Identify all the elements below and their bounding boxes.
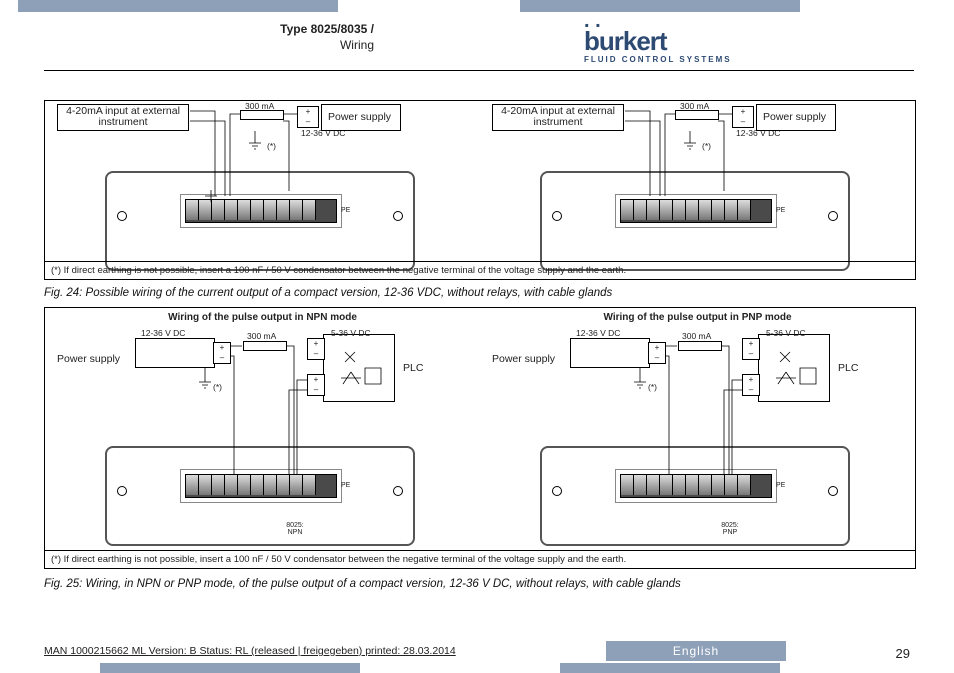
fuse-label: 300 mA <box>247 331 276 341</box>
pe-label: PE <box>341 482 350 489</box>
diagram-1-footnote: (*) If direct earthing is not possible, … <box>45 261 915 279</box>
fuse-icon <box>243 341 287 351</box>
psu-terminals: +– <box>648 342 666 364</box>
psu-label: Power supply <box>328 111 391 123</box>
pe-label: PE <box>341 207 350 214</box>
asterisk: (*) <box>213 382 222 392</box>
plc-box <box>323 334 395 402</box>
brand-wordmark: burkert <box>584 26 844 57</box>
pe-label: PE <box>776 207 785 214</box>
psu-label: Power supply <box>492 353 555 365</box>
device-icon: PE 8025: NPN <box>105 446 415 546</box>
language-badge: English <box>606 641 786 661</box>
brand-tagline: FLUID CONTROL SYSTEMS <box>584 55 844 64</box>
bottom-accent-bar <box>0 663 954 673</box>
device-icon: PE <box>105 171 415 271</box>
diagram-2: Wiring of the pulse output in NPN mode P… <box>44 307 916 569</box>
psu-label: Power supply <box>57 353 120 365</box>
plc-v: 5-36 V DC <box>766 328 806 338</box>
plc-terminals: +– <box>307 338 325 360</box>
plc-label: PLC <box>838 362 858 374</box>
asterisk: (*) <box>267 141 276 151</box>
page-number: 29 <box>896 646 910 661</box>
psu-box <box>135 338 215 368</box>
fuse-label: 300 mA <box>682 331 711 341</box>
fig-25-caption: Fig. 25: Wiring, in NPN or PNP mode, of … <box>44 578 914 590</box>
mode-label: 8025: PNP <box>715 522 745 536</box>
fuse-icon <box>678 341 722 351</box>
psu-box <box>570 338 650 368</box>
input-label: 4-20mA input at external instrument <box>63 106 183 128</box>
diagram-1: 4-20mA input at external instrument 300 … <box>44 100 916 280</box>
device-icon: PE <box>540 171 850 271</box>
diagram-2-footnote: (*) If direct earthing is not possible, … <box>45 550 915 568</box>
plc-label: PLC <box>403 362 423 374</box>
device-icon: PE 8025: PNP <box>540 446 850 546</box>
psu-terminals: +– <box>732 106 754 128</box>
subtitle: Wiring <box>340 38 374 52</box>
voltage-label: 12-36 V DC <box>141 328 185 338</box>
type-line: Type 8025/8035 / <box>280 22 374 36</box>
plc-terminals: +– <box>742 338 760 360</box>
input-label: 4-20mA input at external instrument <box>498 106 618 128</box>
doc-title: Type 8025/8035 / Wiring <box>44 22 374 53</box>
fuse-icon <box>675 110 719 120</box>
psu-label: Power supply <box>763 111 826 123</box>
asterisk: (*) <box>702 141 711 151</box>
plc-box <box>758 334 830 402</box>
psu-terminals: +– <box>213 342 231 364</box>
doc-id: MAN 1000215662 ML Version: B Status: RL … <box>44 645 456 657</box>
fig-24-caption: Fig. 24: Possible wiring of the current … <box>44 287 914 299</box>
brand-logo: . . burkert FLUID CONTROL SYSTEMS <box>584 18 844 58</box>
psu-terminals: +– <box>297 106 319 128</box>
pnp-heading: Wiring of the pulse output in PNP mode <box>480 312 915 323</box>
voltage-label: 12-36 V DC <box>576 328 620 338</box>
asterisk: (*) <box>648 382 657 392</box>
top-accent-bar <box>0 0 954 12</box>
plc-v: 5-36 V DC <box>331 328 371 338</box>
pe-label: PE <box>776 482 785 489</box>
header-rule <box>44 70 914 71</box>
npn-heading: Wiring of the pulse output in NPN mode <box>45 312 480 323</box>
fuse-icon <box>240 110 284 120</box>
mode-label: 8025: NPN <box>280 522 310 536</box>
